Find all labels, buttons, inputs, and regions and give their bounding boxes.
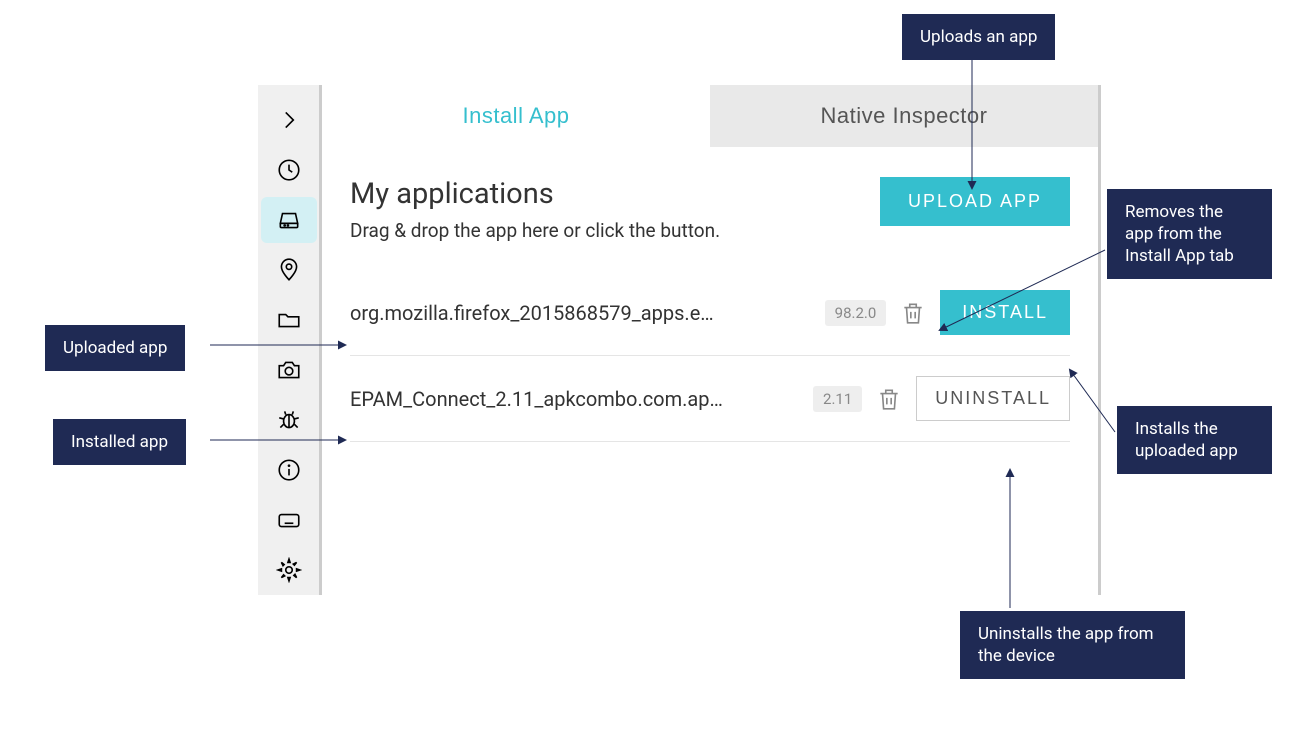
callout-upload: Uploads an app [902, 14, 1055, 60]
callout-uninstalls: Uninstalls the app from the device [960, 611, 1185, 679]
page-subtitle: Drag & drop the app here or click the bu… [350, 219, 720, 242]
gear-icon [276, 557, 302, 583]
sidebar-apps[interactable] [261, 197, 317, 243]
app-row-uploaded: org.mozilla.firefox_2015868579_apps.e… 9… [350, 270, 1070, 356]
uninstall-button[interactable]: UNINSTALL [916, 376, 1070, 421]
compass-icon [276, 157, 302, 183]
header-row: My applications Drag & drop the app here… [350, 177, 1070, 242]
version-badge: 98.2.0 [825, 300, 887, 326]
tabs: Install App Native Inspector [322, 85, 1098, 147]
sidebar [258, 85, 322, 595]
app-row-installed: EPAM_Connect_2.11_apkcombo.com.ap… 2.11 … [350, 356, 1070, 442]
sidebar-bug[interactable] [261, 397, 317, 443]
version-badge: 2.11 [813, 386, 862, 412]
sidebar-location[interactable] [261, 247, 317, 293]
callout-remove: Removes the app from the Install App tab [1107, 189, 1272, 279]
drive-icon [276, 207, 302, 233]
sidebar-keyboard[interactable] [261, 497, 317, 543]
folder-icon [276, 307, 302, 333]
callout-installs: Installs the uploaded app [1117, 406, 1272, 474]
bug-icon [276, 407, 302, 433]
sidebar-settings[interactable] [261, 547, 317, 593]
info-icon [276, 457, 302, 483]
install-button[interactable]: INSTALL [940, 290, 1070, 335]
content: My applications Drag & drop the app here… [322, 147, 1098, 452]
page-title: My applications [350, 177, 720, 211]
app-name: EPAM_Connect_2.11_apkcombo.com.ap… [350, 387, 799, 411]
callout-installed-app: Installed app [53, 419, 186, 465]
sidebar-folder[interactable] [261, 297, 317, 343]
sidebar-info[interactable] [261, 447, 317, 493]
app-window: Install App Native Inspector My applicat… [258, 85, 1101, 595]
chevron-right-icon [276, 107, 302, 133]
delete-app-button[interactable] [900, 300, 926, 326]
sidebar-camera[interactable] [261, 347, 317, 393]
tab-install-app[interactable]: Install App [322, 85, 710, 147]
callout-uploaded-app: Uploaded app [45, 325, 185, 371]
main-panel: Install App Native Inspector My applicat… [322, 85, 1098, 595]
tab-native-inspector[interactable]: Native Inspector [710, 85, 1098, 147]
upload-app-button[interactable]: UPLOAD APP [880, 177, 1070, 226]
app-name: org.mozilla.firefox_2015868579_apps.e… [350, 301, 811, 325]
location-icon [276, 257, 302, 283]
trash-icon [900, 300, 926, 326]
sidebar-compass[interactable] [261, 147, 317, 193]
keyboard-icon [276, 507, 302, 533]
camera-icon [276, 357, 302, 383]
sidebar-expand[interactable] [261, 97, 317, 143]
trash-icon [876, 386, 902, 412]
delete-app-button[interactable] [876, 386, 902, 412]
